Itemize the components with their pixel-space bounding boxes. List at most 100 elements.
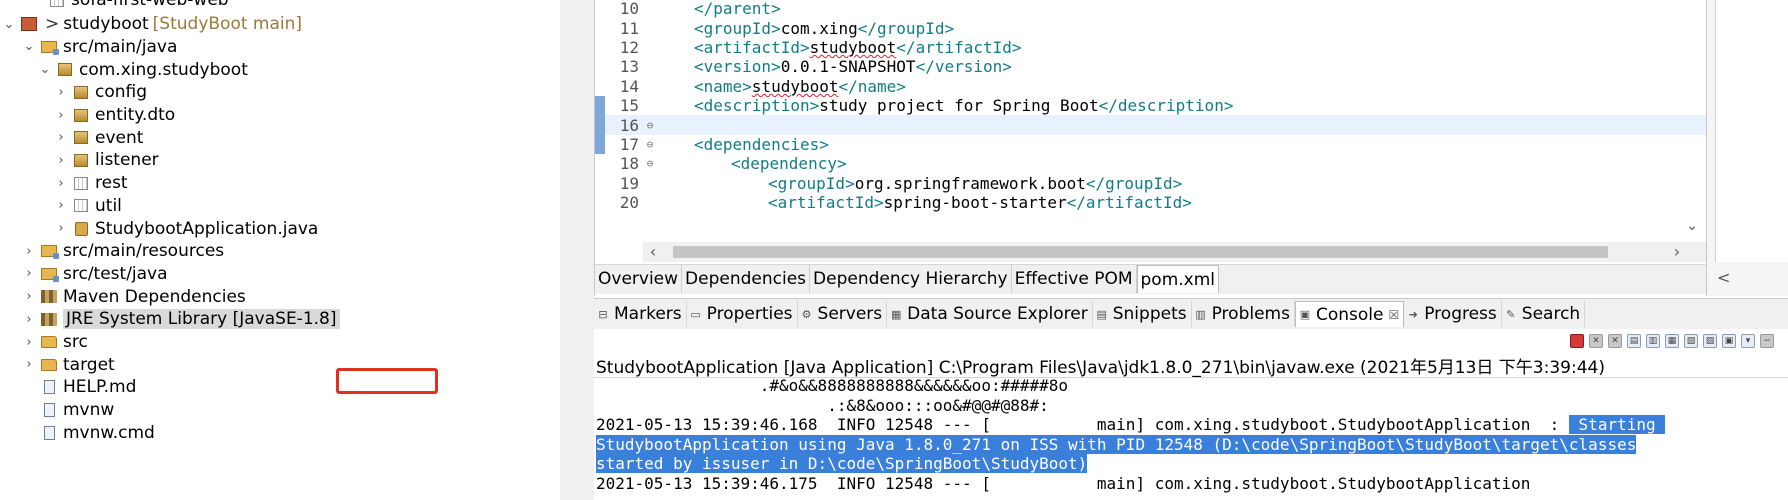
selected-text: Starting xyxy=(1568,415,1666,434)
log-text: .:&8&ooo:::oo&#@@#@88#: xyxy=(596,395,1049,415)
tab-snippets[interactable]: ▤ Snippets xyxy=(1093,301,1192,327)
source-folder-icon xyxy=(40,39,59,55)
view-tabs: ⊟ Markers ▭ Properties ⚙ Servers ▦ Data Source … xyxy=(594,299,1788,329)
chevron-down-icon[interactable]: ⌄ xyxy=(38,62,52,77)
chevron-right-icon[interactable]: › xyxy=(54,153,68,168)
scroll-down-icon[interactable]: ⌄ xyxy=(1686,218,1698,234)
tab-problems[interactable]: ▥ Problems xyxy=(1192,301,1295,327)
code-line[interactable]: 10 </parent> xyxy=(595,0,1707,18)
fold-icon[interactable]: ⊖ xyxy=(643,138,657,151)
source-folder-icon-shape xyxy=(41,245,59,260)
chevron-right-icon[interactable]: › xyxy=(54,108,68,123)
chevron-right-icon[interactable]: › xyxy=(54,176,68,191)
remove-launch-icon[interactable]: ✕ xyxy=(1589,334,1603,348)
chevron-right-icon[interactable]: › xyxy=(54,221,68,236)
tab-dependency-hierarchy[interactable]: Dependency Hierarchy xyxy=(810,265,1012,293)
line-number: 12 xyxy=(619,37,639,57)
chevron-right-icon[interactable]: › xyxy=(22,312,36,327)
servers-icon: ⚙ xyxy=(801,307,812,321)
console-output[interactable]: .#&o&&8888888888&&&&&&oo:#####8o .:&8&oo… xyxy=(596,379,1788,500)
package-icon-shape xyxy=(74,108,88,122)
display-console-icon[interactable]: ▣ xyxy=(1722,334,1736,348)
chevron-down-icon[interactable]: ⌄ xyxy=(22,39,36,54)
pin-console-icon[interactable]: ▨ xyxy=(1703,334,1717,348)
code-line[interactable]: 19 <groupId>org.springframework.boot</gro… xyxy=(595,174,1707,193)
code-line[interactable]: 20 <artifactId>spring-boot-starter</artif… xyxy=(595,193,1707,212)
empty-package-icon-shape xyxy=(74,199,88,213)
fold-icon[interactable]: ⊖ xyxy=(643,157,657,170)
tab-servers[interactable]: ⚙ Servers xyxy=(798,301,888,327)
code-text: <artifactId>spring-boot-starter</artifac… xyxy=(657,193,1192,212)
code-line[interactable]: 12 <artifactId>studyboot</artifactId> xyxy=(595,38,1707,57)
xml-tag: </version> xyxy=(915,57,1012,77)
chevron-right-icon[interactable]: › xyxy=(54,198,68,213)
tree-item-label: studyboot xyxy=(63,14,149,35)
chevron-right-icon[interactable]: › xyxy=(22,289,36,304)
snippets-icon: ▤ xyxy=(1096,307,1107,321)
fold-icon[interactable]: ⊖ xyxy=(643,119,657,132)
code-text: <dependency> xyxy=(657,154,847,173)
chevron-right-icon[interactable]: › xyxy=(54,130,68,145)
scroll-lock-icon[interactable]: ▥ xyxy=(1646,334,1660,348)
scroll-left-icon[interactable]: ‹ xyxy=(643,242,663,262)
tree-item[interactable]: mvnw.cmd xyxy=(0,420,560,446)
code-area[interactable]: 10 </parent> 11 <groupId>com.xing</groupId>… xyxy=(595,0,1707,242)
code-line[interactable]: 14 <name>studyboot</name> xyxy=(595,77,1707,96)
tab-search[interactable]: ✎ Search xyxy=(1502,301,1586,327)
minimize-icon[interactable]: − xyxy=(1760,334,1774,348)
line-number: 13 xyxy=(619,57,639,77)
xml-tag: </name> xyxy=(838,76,906,96)
tab-data-source-explorer[interactable]: ▦ Data Source Explorer xyxy=(887,301,1093,327)
data-source-icon: ▦ xyxy=(890,307,902,321)
code-line[interactable]: 18 ⊖ <dependency> xyxy=(595,154,1707,173)
scroll-right-icon[interactable]: › xyxy=(1667,242,1687,262)
tab-label: Problems xyxy=(1211,304,1290,324)
chevron-right-icon[interactable]: › xyxy=(54,85,68,100)
code-line[interactable]: 11 <groupId>com.xing</groupId> xyxy=(595,18,1707,38)
clear-console-icon[interactable]: ▤ xyxy=(1627,334,1641,348)
close-icon[interactable]: ☒ xyxy=(1388,308,1399,322)
open-console-icon[interactable]: ▾ xyxy=(1741,334,1755,348)
code-line[interactable]: 16 ⊖ xyxy=(595,115,1707,135)
tab-progress[interactable]: ➜ Progress xyxy=(1404,301,1502,327)
scrollbar-thumb[interactable] xyxy=(673,246,1608,258)
outline-area xyxy=(1715,0,1788,262)
tab-overview[interactable]: Overview xyxy=(595,265,683,293)
code-line[interactable]: 15 <description>study project for Spring … xyxy=(595,96,1707,116)
tab-effective-pom[interactable]: Effective POM xyxy=(1011,265,1137,293)
editor-page-tabs: Overview Dependencies Dependency Hierarchy… xyxy=(595,264,1707,294)
chevron-right-icon[interactable]: › xyxy=(22,357,36,372)
chevron-down-icon[interactable]: ⌄ xyxy=(2,17,16,32)
xml-tag: <version> xyxy=(694,57,781,77)
console-launch-title: StudybootApplication [Java Application] … xyxy=(596,358,1605,378)
tab-dependencies[interactable]: Dependencies xyxy=(682,265,811,293)
tab-markers[interactable]: ⊟ Markers xyxy=(594,301,687,327)
terminate-icon[interactable] xyxy=(1570,334,1584,348)
chevron-right-icon[interactable]: › xyxy=(22,335,36,350)
source-folder-icon-shape xyxy=(41,40,59,55)
chevron-right-icon[interactable]: › xyxy=(22,266,36,281)
xml-value: com.xing xyxy=(780,18,858,38)
show-on-output-icon[interactable]: ▧ xyxy=(1684,334,1698,348)
word-wrap-icon[interactable]: ▦ xyxy=(1665,334,1679,348)
sash-divider[interactable] xyxy=(560,0,594,500)
chevron-right-icon[interactable]: › xyxy=(22,244,36,259)
tab-label: Snippets xyxy=(1112,304,1187,324)
library-icon-shape xyxy=(41,312,57,326)
xml-value: study project for Spring Boot xyxy=(819,96,1099,116)
project-icon-shape xyxy=(21,17,37,32)
tab-label: Progress xyxy=(1424,304,1497,324)
change-marker xyxy=(595,96,605,116)
scroll-left-icon[interactable]: < xyxy=(1717,268,1730,287)
tab-properties[interactable]: ▭ Properties xyxy=(687,301,798,327)
tab-label: Data Source Explorer xyxy=(907,304,1088,324)
horizontal-scrollbar[interactable]: ‹ › xyxy=(643,242,1707,262)
tab-console[interactable]: ▣ Console ☒ xyxy=(1294,301,1405,327)
file-icon xyxy=(40,402,58,418)
folder-icon xyxy=(40,334,58,350)
code-line[interactable]: 17 ⊖ <dependencies> xyxy=(595,134,1707,155)
code-line[interactable]: 13 <version>0.0.1-SNAPSHOT</version> xyxy=(595,57,1707,76)
progress-icon: ➜ xyxy=(1408,307,1418,321)
remove-all-icon[interactable]: ✕ xyxy=(1608,334,1622,348)
tab-pom-xml[interactable]: pom.xml xyxy=(1136,265,1219,293)
